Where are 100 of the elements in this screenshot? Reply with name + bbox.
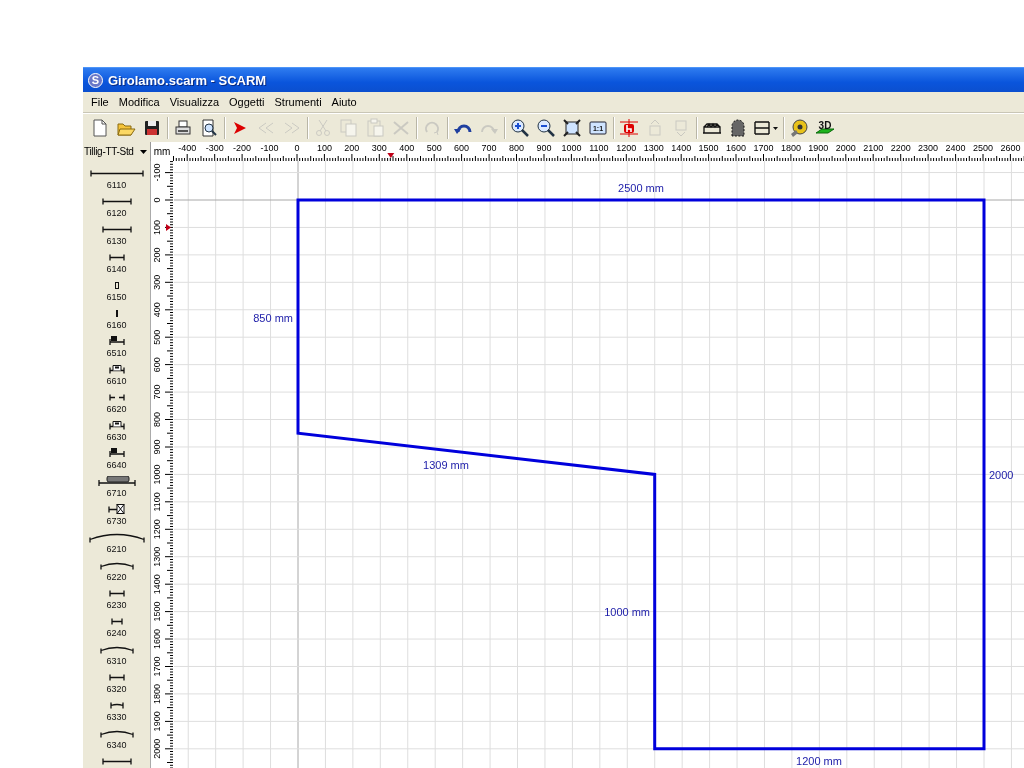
ruler-label: 1500: [152, 601, 162, 622]
ruler-label: -100: [260, 143, 279, 153]
track-item[interactable]: 6230: [85, 586, 148, 614]
ruler-label: 2300: [918, 143, 939, 153]
track-icon: [108, 253, 125, 261]
menu-item[interactable]: Modifica: [113, 94, 165, 110]
dimension-label: 1200 mm: [796, 755, 842, 767]
track-icon: [99, 560, 134, 570]
ruler-label: 1300: [643, 143, 664, 153]
ruler-label: 100: [316, 143, 332, 153]
app-logo-icon: S: [88, 72, 103, 88]
track-icon: [108, 673, 125, 681]
ruler-label: 2600: [1000, 143, 1021, 153]
baseboard-outline[interactable]: [296, 198, 986, 751]
ruler-label: 1800: [780, 143, 801, 153]
track-item[interactable]: 6210: [85, 530, 148, 558]
ruler-label: -200: [233, 143, 252, 153]
ruler-label: 1900: [808, 143, 829, 153]
track-item[interactable]: 6640: [85, 446, 148, 474]
track-item[interactable]: 6340: [85, 726, 148, 754]
copy-icon: [339, 118, 359, 138]
track-item[interactable]: 6710: [85, 474, 148, 502]
cursor-marker-icon: [166, 223, 171, 231]
ruler-label: 1000: [561, 143, 582, 153]
ruler-label: 2000: [152, 738, 162, 759]
ruler-label: 500: [426, 143, 442, 153]
track-icon: [108, 393, 125, 401]
ruler-label: 900: [152, 439, 162, 455]
track-item[interactable]: 6310: [85, 642, 148, 670]
track-icon: [110, 617, 123, 625]
track-item[interactable]: 6110: [85, 166, 148, 194]
ruler-label: 500: [152, 329, 162, 345]
track-icon: [97, 475, 136, 487]
ruler-label: 700: [481, 143, 497, 153]
track-icon: [88, 531, 145, 543]
ruler-label: 600: [152, 357, 162, 373]
menu-item[interactable]: Visualizza: [164, 94, 225, 110]
parallel-tracks-icon: [753, 118, 779, 138]
toolbar-button[interactable]: [560, 117, 584, 139]
ruler-label: 1500: [698, 143, 719, 153]
ruler-label: 1200: [616, 143, 637, 153]
ruler-label: 300: [371, 143, 387, 153]
ruler-label: 1100: [589, 143, 609, 153]
track-icon: [89, 169, 144, 177]
ruler-label: 1700: [753, 143, 774, 153]
menu-item[interactable]: Strumenti: [269, 94, 327, 110]
track-icon: [101, 757, 132, 765]
track-icon: [99, 728, 134, 738]
ruler-label: 700: [152, 384, 162, 400]
track-icon: [108, 448, 125, 458]
ruler-label: 600: [454, 143, 470, 153]
menu-item[interactable]: Aiuto: [326, 94, 362, 110]
ruler-label: 200: [344, 143, 360, 153]
menu-item[interactable]: File: [86, 94, 114, 110]
window-title: Girolamo.scarm - SCARM: [108, 72, 267, 88]
new-file-icon: [90, 118, 110, 138]
track-item[interactable]: 6320: [85, 670, 148, 698]
track-icon: [114, 281, 119, 289]
track-item[interactable]: 6610: [85, 362, 148, 390]
ruler-label: 1600: [726, 143, 747, 153]
ruler-label: -400: [178, 143, 197, 153]
track-item[interactable]: 6160: [85, 306, 148, 334]
track-item[interactable]: 6220: [85, 558, 148, 586]
track-icon: [99, 644, 134, 654]
ruler-label: 100: [152, 219, 162, 235]
track-item[interactable]: 6120: [85, 194, 148, 222]
track-item[interactable]: 6330: [85, 698, 148, 726]
track-item[interactable]: 6730: [85, 502, 148, 530]
scissors-icon: [313, 118, 333, 138]
ruler-label: 300: [152, 274, 162, 290]
cursor-marker-icon: [387, 153, 395, 158]
track-item[interactable]: 6620: [85, 390, 148, 418]
dimension-label: 2000: [989, 469, 1014, 481]
dimension-label: 2500 mm: [618, 182, 664, 194]
menu-item[interactable]: Oggetti: [224, 94, 270, 110]
tape-measure-icon: [789, 118, 809, 138]
unit-label: mm: [150, 142, 173, 161]
print-preview-icon: [199, 118, 219, 138]
track-item[interactable]: 6510: [85, 334, 148, 362]
track-item[interactable]: 6630: [85, 418, 148, 446]
track-item[interactable]: 6140: [85, 250, 148, 278]
ruler-label: 800: [152, 412, 162, 428]
ruler-label: 800: [509, 143, 525, 153]
ruler-label: 400: [399, 143, 415, 153]
ruler-label: 1700: [152, 656, 162, 677]
track-item[interactable]: 6150: [85, 278, 148, 306]
toolbar-button[interactable]: 3D: [813, 117, 837, 139]
printer-icon: [173, 118, 193, 138]
track-item[interactable]: 6240: [85, 614, 148, 642]
ruler-label: -300: [205, 143, 224, 153]
dimension-label: 1309 mm: [423, 459, 469, 471]
ruler-label: -100: [152, 163, 162, 182]
ruler-label: 1400: [152, 574, 162, 595]
ruler-label: 1000: [152, 464, 162, 485]
track-icon: [101, 225, 132, 233]
dimension-label: 850 mm: [253, 312, 293, 324]
track-icon: [109, 701, 124, 709]
track-item[interactable]: 6130: [85, 222, 148, 250]
layout-canvas[interactable]: 2500 mm 850 mm 1309 mm 2000 1000 mm 1200 mm: [174, 161, 1024, 768]
delete-icon: [391, 118, 411, 138]
